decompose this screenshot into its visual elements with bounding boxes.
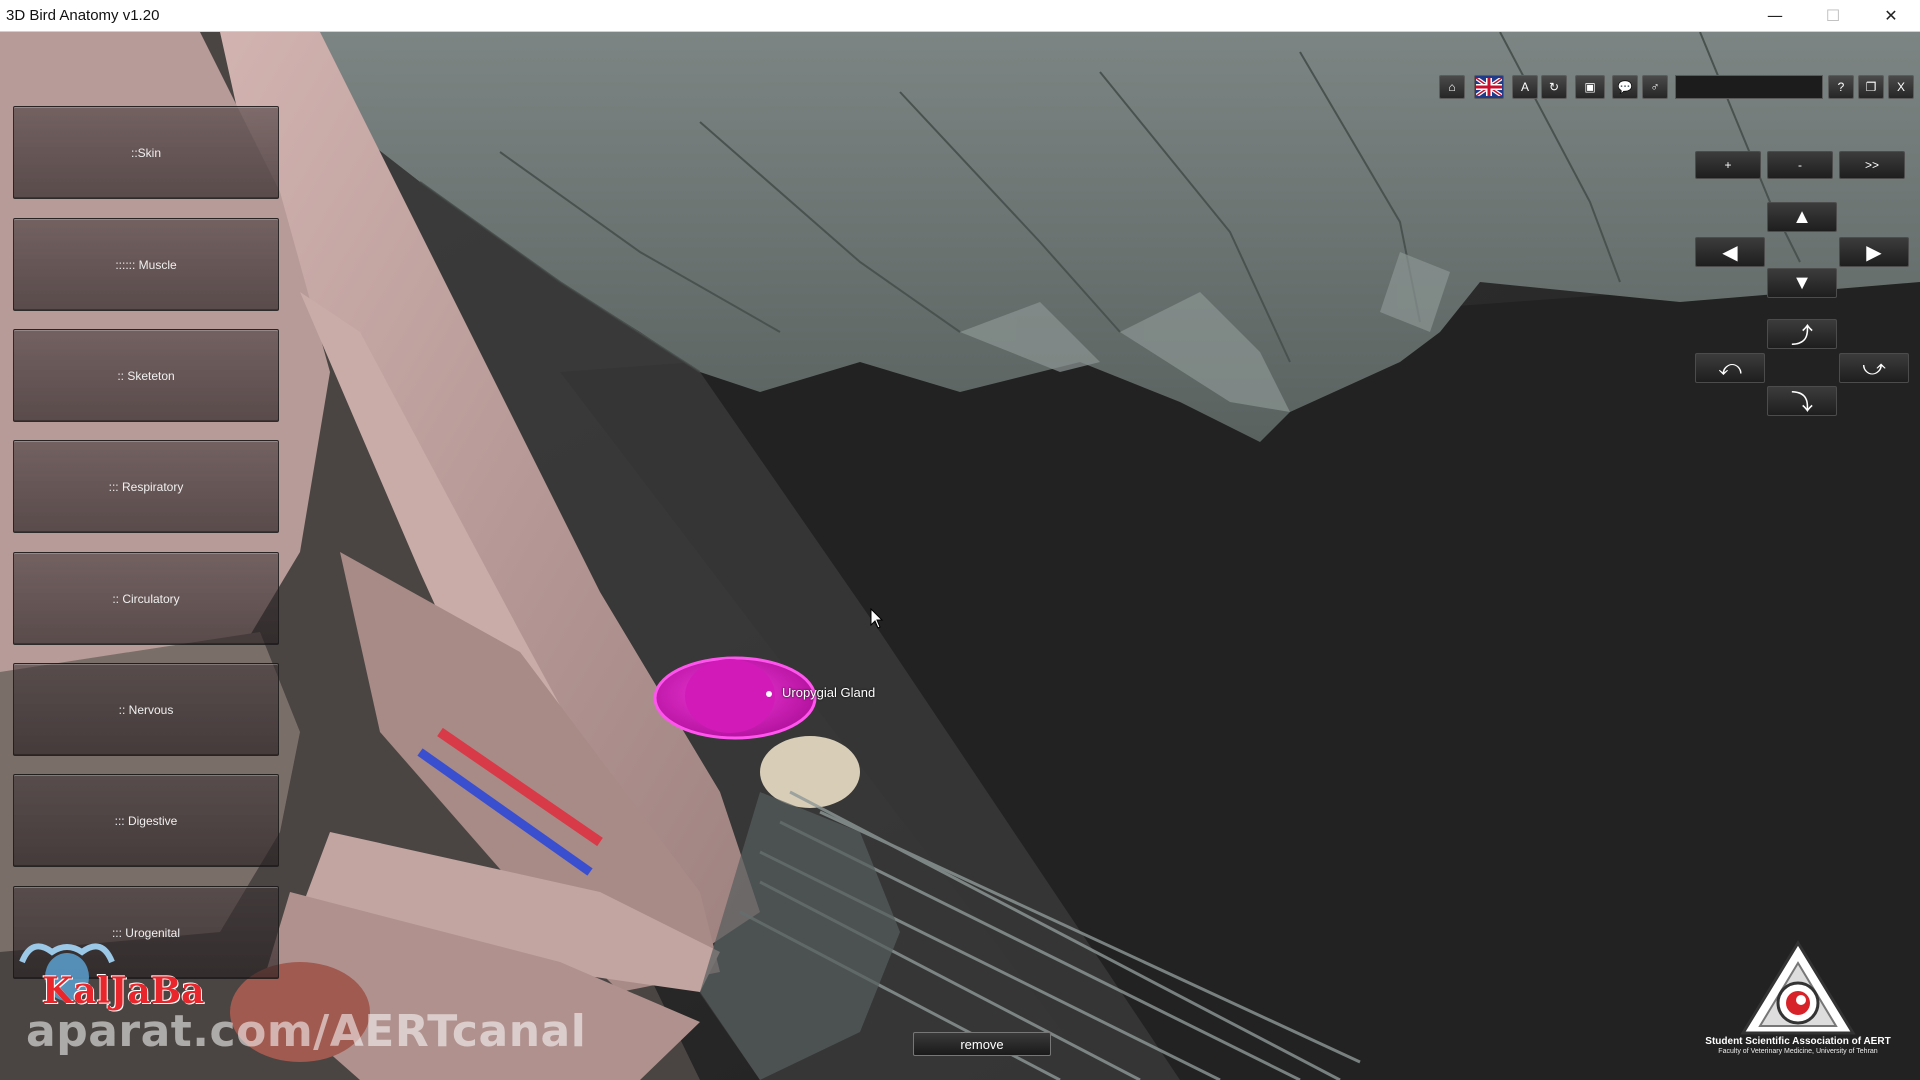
rotate-right-icon[interactable]: ⤻ — [1839, 353, 1909, 383]
restore-window-icon[interactable]: ❐ — [1858, 75, 1884, 99]
system-button-circulatory[interactable]: :: Circulatory — [13, 552, 279, 645]
image-icon[interactable]: ▣ — [1575, 75, 1605, 99]
male-female-icon[interactable]: ♂ — [1642, 75, 1668, 99]
system-button-muscle[interactable]: :::::: Muscle — [13, 218, 279, 311]
close-window-button[interactable]: ✕ — [1868, 0, 1914, 31]
window-titlebar: 3D Bird Anatomy v1.20 — ☐ ✕ — [0, 0, 1920, 32]
system-button-respiratory[interactable]: ::: Respiratory — [13, 440, 279, 533]
pan-left-icon[interactable]: ◀ — [1695, 237, 1765, 267]
rotate-up-icon[interactable]: ⤴ — [1767, 319, 1837, 349]
maximize-window-button[interactable]: ☐ — [1810, 0, 1856, 31]
3d-viewport[interactable]: Uropygial Gland ::Skin :::::: Muscle :: … — [0, 32, 1920, 1080]
association-name: Student Scientific Association of AERT — [1705, 1036, 1891, 1047]
system-button-digestive[interactable]: ::: Digestive — [13, 774, 279, 867]
zoom-in-button[interactable]: + — [1695, 151, 1761, 179]
aert-logo-icon — [1740, 940, 1856, 1035]
pan-up-icon[interactable]: ▲ — [1767, 202, 1837, 232]
rotate-down-icon[interactable]: ⤵ — [1767, 386, 1837, 416]
minimize-window-button[interactable]: — — [1752, 0, 1798, 31]
association-subtitle: Faculty of Veterinary Medicine, Universi… — [1718, 1048, 1878, 1055]
reset-rotate-icon[interactable]: ↻ — [1541, 75, 1567, 99]
window-title: 3D Bird Anatomy v1.20 — [6, 7, 160, 24]
speech-bubble-icon[interactable]: 💬 — [1612, 75, 1638, 99]
pan-down-icon[interactable]: ▼ — [1767, 268, 1837, 298]
remove-button[interactable]: remove — [913, 1032, 1051, 1056]
watermark-text: aparat.com/AERTcanal — [26, 1006, 587, 1057]
more-options-button[interactable]: >> — [1839, 151, 1905, 179]
system-button-skin[interactable]: ::Skin — [13, 106, 279, 199]
home-icon[interactable]: ⌂ — [1439, 75, 1465, 99]
zoom-out-button[interactable]: - — [1767, 151, 1833, 179]
font-a-icon[interactable]: A — [1512, 75, 1538, 99]
rotate-left-icon[interactable]: ⤺ — [1695, 353, 1765, 383]
help-icon[interactable]: ? — [1828, 75, 1854, 99]
pan-right-icon[interactable]: ▶ — [1839, 237, 1909, 267]
mouse-cursor-icon — [870, 608, 884, 629]
bird-anatomy-scene[interactable] — [0, 32, 1920, 1080]
close-app-icon[interactable]: X — [1888, 75, 1914, 99]
search-input[interactable] — [1675, 75, 1823, 99]
system-button-skeleton[interactable]: :: Sketeton — [13, 329, 279, 422]
uk-flag-icon[interactable] — [1474, 75, 1504, 99]
label-anchor-dot — [766, 691, 772, 697]
selected-structure-label: Uropygial Gland — [782, 685, 876, 700]
system-button-nervous[interactable]: :: Nervous — [13, 663, 279, 756]
